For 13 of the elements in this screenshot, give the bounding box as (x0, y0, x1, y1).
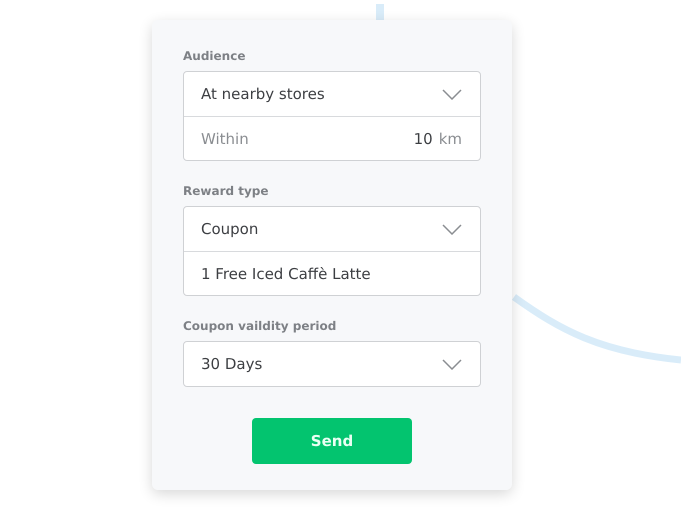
dropdown-select[interactable]: 30 Days (184, 342, 480, 386)
field-label: Audience (183, 48, 246, 64)
field-label: Reward type (183, 183, 270, 199)
reward-input[interactable]: 1 Free Iced Caffè Latte (184, 251, 480, 295)
chevron-down-icon (442, 88, 462, 100)
chevron-down-icon (442, 224, 462, 234)
distance-label: Within (201, 130, 250, 148)
dropdown-select[interactable]: At nearby stores (184, 72, 480, 116)
chevron-down-icon (442, 358, 462, 370)
field-label: Coupon vaildity period (183, 318, 338, 334)
unit-label: km (438, 130, 462, 148)
dropdown-select[interactable]: Coupon (184, 207, 480, 251)
distance-input[interactable]: 10 (414, 130, 433, 148)
